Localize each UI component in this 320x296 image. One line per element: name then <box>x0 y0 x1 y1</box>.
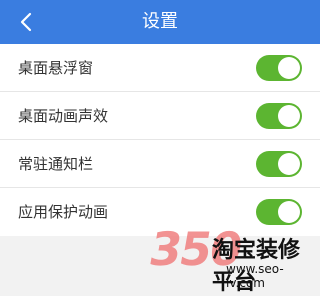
toggle-knob <box>278 201 300 223</box>
watermark-url: www.seo-lv.com <box>226 262 284 290</box>
setting-row-desktop-animation-sound[interactable]: 桌面动画声效 <box>0 92 320 140</box>
toggle-switch-app-protection-animation[interactable] <box>256 199 302 225</box>
setting-row-floating-window[interactable]: 桌面悬浮窗 <box>0 44 320 92</box>
toggle-knob <box>278 105 300 127</box>
toggle-switch-persistent-notification[interactable] <box>256 151 302 177</box>
toggle-knob <box>278 153 300 175</box>
page-title: 设置 <box>142 11 178 32</box>
setting-label: 应用保护动画 <box>18 203 109 221</box>
setting-label: 桌面悬浮窗 <box>18 59 94 77</box>
toggle-switch-desktop-animation-sound[interactable] <box>256 103 302 129</box>
app-header: 设置 <box>0 0 320 44</box>
settings-list: 桌面悬浮窗 桌面动画声效 常驻通知栏 应用保护动画 <box>0 44 320 236</box>
toggle-knob <box>278 57 300 79</box>
setting-row-persistent-notification[interactable]: 常驻通知栏 <box>0 140 320 188</box>
setting-label: 常驻通知栏 <box>18 155 94 173</box>
toggle-switch-floating-window[interactable] <box>256 55 302 81</box>
setting-label: 桌面动画声效 <box>18 107 109 125</box>
